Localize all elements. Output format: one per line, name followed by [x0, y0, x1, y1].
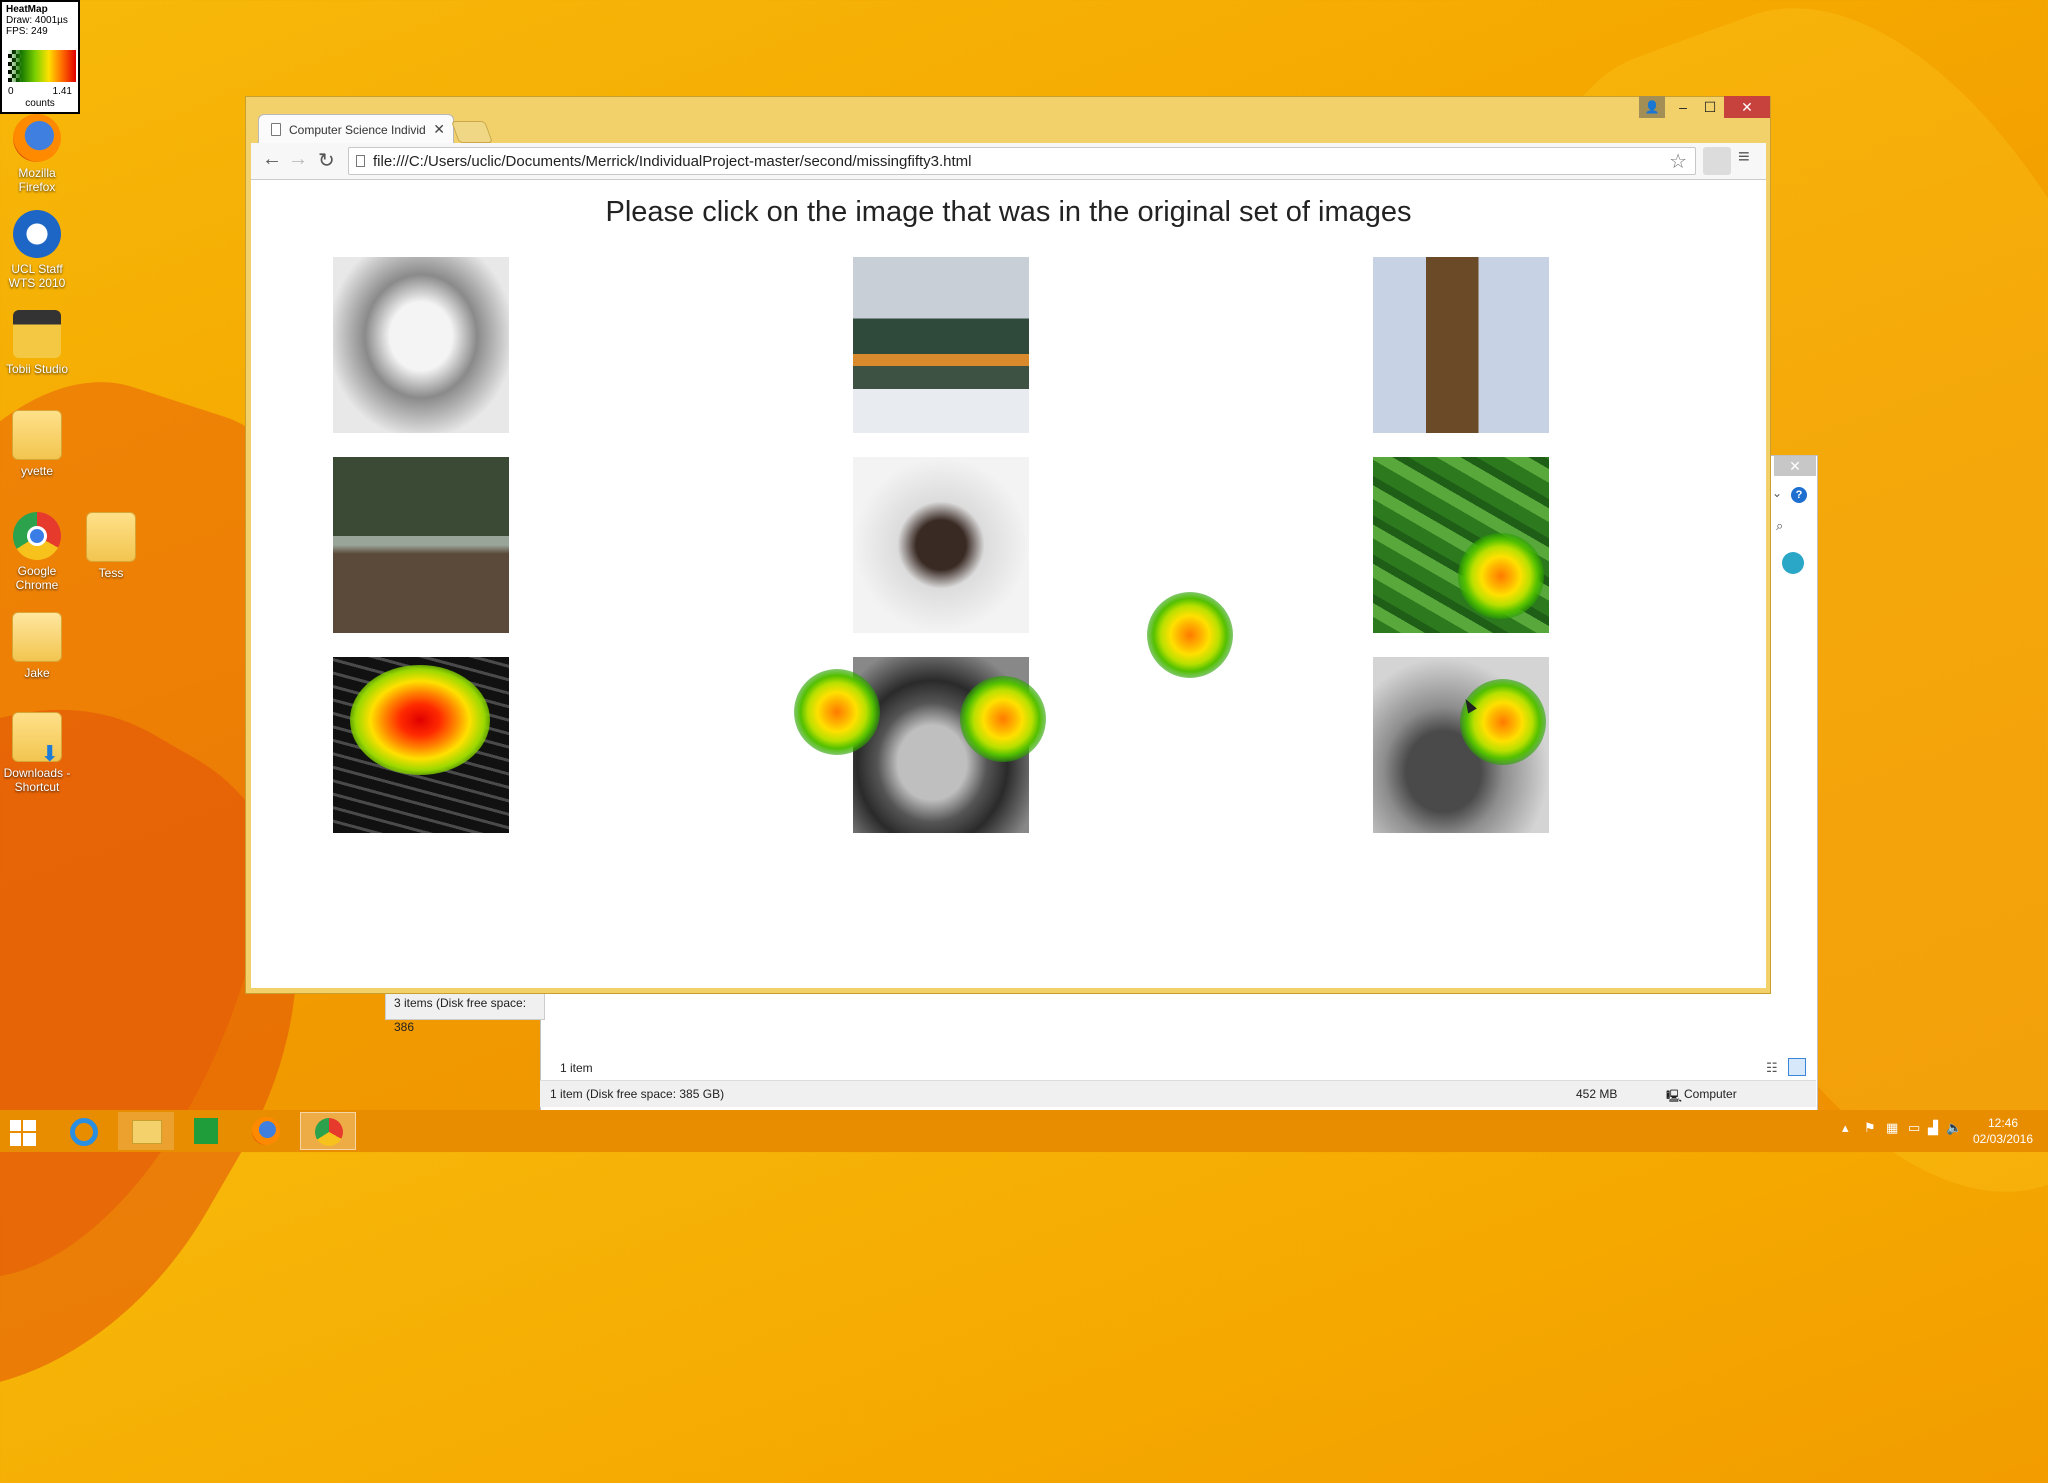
- page-icon: [356, 155, 365, 167]
- heatmap-title: HeatMap: [6, 4, 48, 15]
- power-icon[interactable]: ▭: [1908, 1120, 1920, 1136]
- folder-icon: [86, 512, 136, 562]
- forward-button[interactable]: →: [288, 148, 308, 171]
- remote-desktop-icon: [13, 210, 61, 258]
- extension-icon[interactable]: [1703, 147, 1731, 175]
- image-bird[interactable]: [1373, 657, 1549, 833]
- desktop-icon-yvette[interactable]: yvette: [0, 410, 76, 478]
- taskbar-chrome-icon[interactable]: [300, 1112, 356, 1150]
- document-folder-icon: [12, 612, 62, 662]
- heatmap-legend-panel: HeatMap Draw: 4001µs FPS: 249 0 1.41 cou…: [0, 0, 80, 114]
- explorer-status-bar: 1 item (Disk free space: 385 GB) 452 MB …: [540, 1080, 1816, 1107]
- chevron-down-icon[interactable]: ⌄: [1772, 486, 1782, 500]
- heatmap-fps: FPS: 249: [6, 26, 48, 37]
- reload-button[interactable]: ↻: [318, 148, 335, 173]
- desktop-icon-label: Jake: [24, 666, 50, 680]
- status-size: 452 MB: [1576, 1087, 1618, 1101]
- folder-icon: [12, 410, 62, 460]
- image-woman-fur-hood[interactable]: [853, 457, 1029, 633]
- network-signal-icon[interactable]: ▟: [1928, 1120, 1938, 1136]
- taskbar-file-explorer-icon[interactable]: [118, 1112, 174, 1150]
- search-icon[interactable]: ⌕: [1776, 518, 1783, 534]
- desktop-icon-label: UCL Staff: [11, 262, 63, 276]
- tab-title: Computer Science Individ: [289, 123, 426, 137]
- image-train[interactable]: [853, 257, 1029, 433]
- tab-close-icon[interactable]: ✕: [433, 121, 445, 138]
- desktop-icon-label: Chrome: [15, 578, 59, 592]
- device-icon[interactable]: ▦: [1886, 1120, 1898, 1136]
- explorer-item-count: 1 item: [560, 1061, 593, 1075]
- details-view-icon[interactable]: ☷: [1766, 1060, 1778, 1076]
- taskbar-clock[interactable]: 12:46 02/03/2016: [1960, 1115, 2046, 1147]
- desktop-icon-label: Shortcut: [14, 780, 60, 794]
- windows-start-icon[interactable]: [10, 1120, 36, 1146]
- desktop-icon-firefox[interactable]: Mozilla Firefox: [0, 114, 76, 194]
- explorer-close-button[interactable]: ✕: [1774, 456, 1816, 476]
- clock-time: 12:46: [1987, 1116, 2019, 1130]
- heatmap-scale-unit: counts: [25, 98, 55, 109]
- action-center-flag-icon[interactable]: ⚑: [1864, 1120, 1876, 1136]
- desktop-icon-jake[interactable]: Jake: [0, 612, 76, 680]
- close-button[interactable]: ✕: [1724, 96, 1770, 118]
- image-cucumbers[interactable]: [1373, 457, 1549, 633]
- taskbar-internet-explorer-icon[interactable]: [56, 1112, 112, 1150]
- desktop-icon-label: Mozilla: [18, 166, 56, 180]
- large-icons-view-icon[interactable]: [1788, 1058, 1806, 1076]
- desktop-icon-label: Tess: [98, 566, 124, 580]
- status-location: Computer: [1684, 1087, 1737, 1101]
- tobii-studio-icon: [13, 310, 61, 358]
- desktop-icon-downloads[interactable]: Downloads - Shortcut: [0, 712, 76, 794]
- status-disk-space: 1 item (Disk free space: 385 GB): [550, 1087, 725, 1101]
- image-keyboard[interactable]: [333, 657, 509, 833]
- maximize-button[interactable]: ☐: [1697, 96, 1723, 118]
- tray-expand-icon[interactable]: ▴: [1842, 1120, 1849, 1136]
- heatmap-scale-max: 1.41: [52, 86, 72, 97]
- desktop-icon-ucl-staff[interactable]: UCL Staff WTS 2010: [0, 210, 76, 290]
- image-big-ben[interactable]: [1373, 257, 1549, 433]
- desktop-icon-tess[interactable]: Tess: [72, 512, 150, 580]
- downloads-shortcut-icon: [12, 712, 62, 762]
- desktop-icon-label: Firefox: [18, 180, 56, 194]
- desktop-icon-label: Downloads -: [3, 766, 71, 780]
- heatmap-draw-time: Draw: 4001µs: [6, 15, 68, 26]
- desktop-icon-label: Tobii Studio: [5, 362, 69, 376]
- page-icon: [271, 123, 281, 136]
- chrome-icon: [13, 512, 61, 560]
- url-text: file:///C:/Users/uclic/Documents/Merrick…: [373, 153, 972, 170]
- desktop-icon-label: yvette: [20, 464, 53, 478]
- heatmap-scale-min: 0: [8, 86, 14, 97]
- taskbar-firefox-icon[interactable]: [238, 1112, 294, 1150]
- computer-icon: 🖳: [1666, 1089, 1683, 1103]
- address-bar[interactable]: file:///C:/Users/uclic/Documents/Merrick…: [348, 147, 1696, 175]
- help-icon[interactable]: ?: [1791, 487, 1807, 503]
- desktop-icon-label: Google: [17, 564, 57, 578]
- minimize-button[interactable]: –: [1670, 96, 1696, 118]
- page-heading: Please click on the image that was in th…: [605, 196, 1412, 228]
- desktop-icon-label: WTS 2010: [8, 276, 66, 290]
- profile-icon[interactable]: 👤: [1639, 96, 1665, 118]
- network-globe-icon: [1782, 552, 1804, 574]
- firefox-icon: [13, 114, 61, 162]
- desktop-icon-google-chrome[interactable]: Google Chrome: [0, 512, 76, 592]
- taskbar-store-icon[interactable]: [178, 1112, 234, 1150]
- bookmark-star-icon[interactable]: ☆: [1669, 149, 1687, 174]
- heatmap-color-scale: [8, 50, 76, 82]
- image-sleeping-baby[interactable]: [333, 257, 509, 433]
- clock-date: 02/03/2016: [1972, 1132, 2034, 1146]
- back-button[interactable]: ←: [262, 148, 282, 171]
- background-explorer-status: 3 items (Disk free space: 386: [385, 990, 545, 1034]
- desktop-icon-tobii-studio[interactable]: Tobii Studio: [0, 310, 76, 376]
- image-headphones-path[interactable]: [333, 457, 509, 633]
- browser-tab-active[interactable]: Computer Science Individ ✕: [258, 114, 454, 144]
- menu-icon[interactable]: ≡: [1738, 146, 1750, 169]
- image-hotdog-plate[interactable]: [853, 657, 1029, 833]
